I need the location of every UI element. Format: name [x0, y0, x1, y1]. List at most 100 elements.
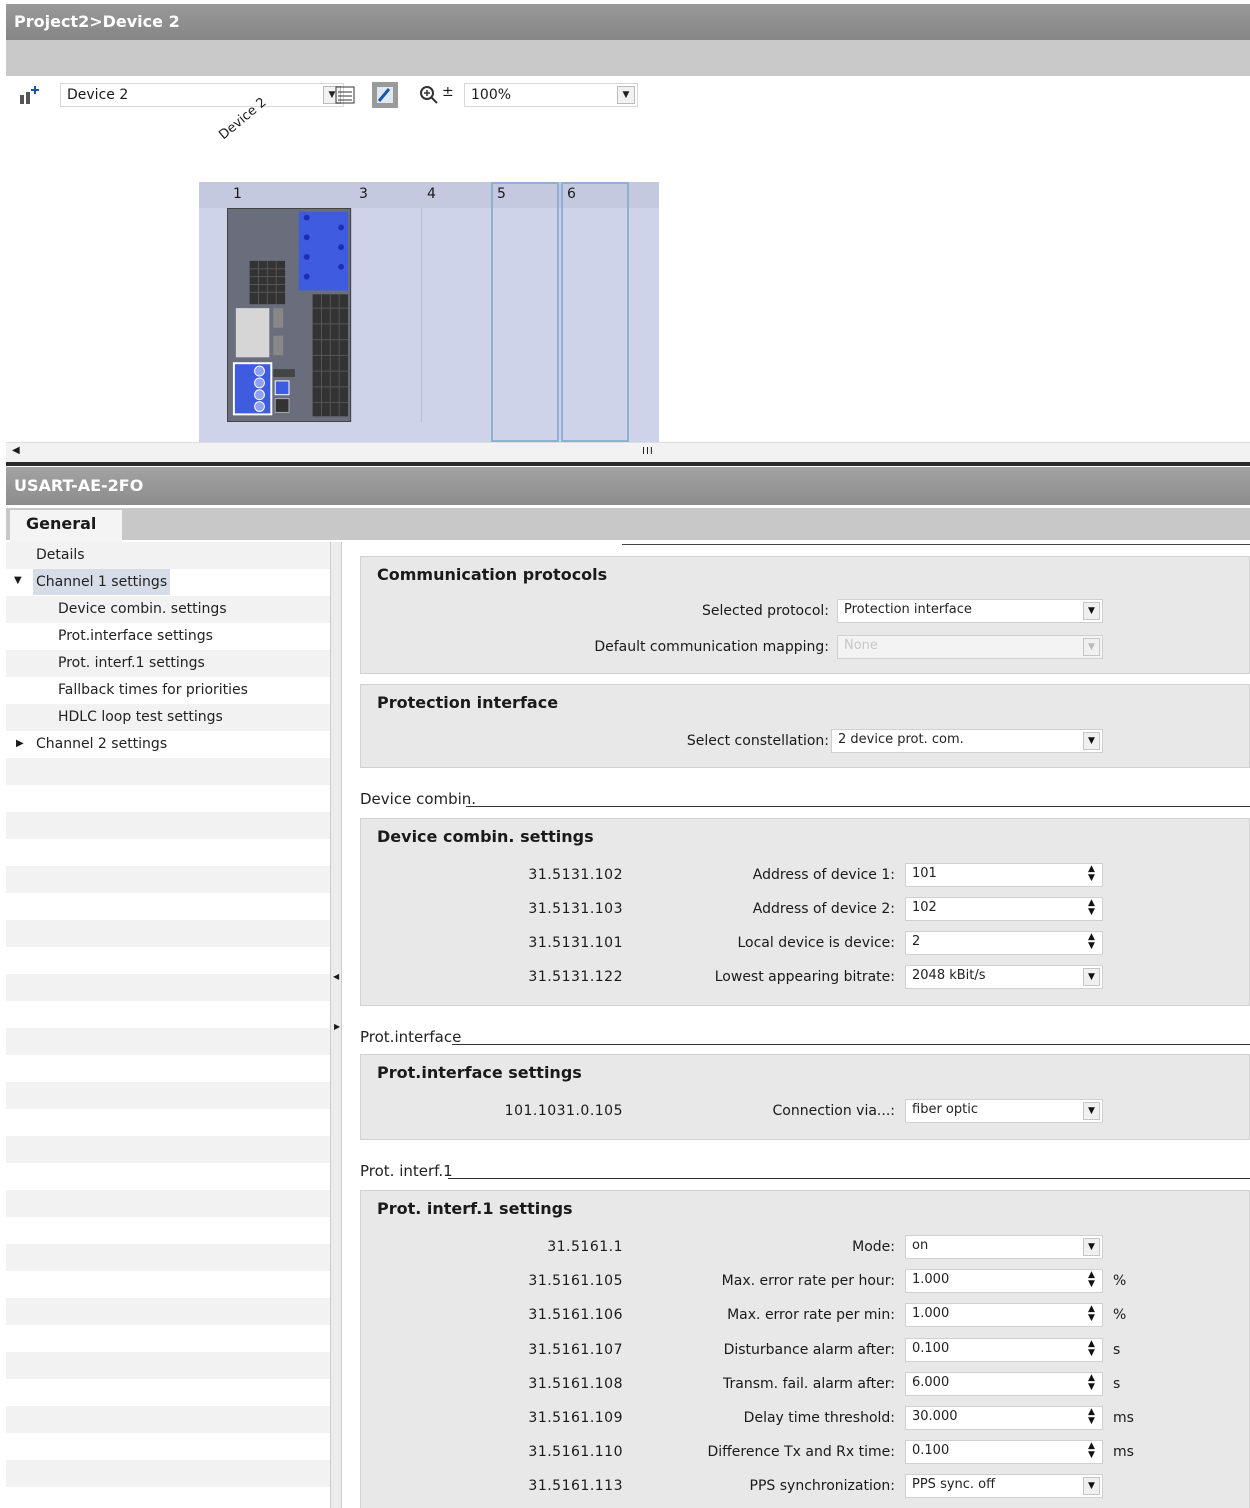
section-line	[622, 544, 1250, 545]
parameter-number: 31.5161.1	[547, 1239, 623, 1255]
editor-splitter[interactable]	[6, 462, 1250, 466]
editor-title: Project2>Device 2	[6, 4, 1250, 40]
tree-item-fallback-times[interactable]: Fallback times for priorities	[58, 677, 248, 703]
param-row: 31.5161.108 Transm. fail. alarm after: 6.0…	[361, 1371, 1250, 1398]
parameter-value: 6.000	[912, 1374, 950, 1390]
slot-5[interactable]	[491, 182, 559, 442]
group-protection-interface: Protection interface Select constellatio…	[360, 684, 1250, 768]
parameter-dropdown[interactable]: 2048 kBit/s ▼	[905, 965, 1103, 989]
parameter-spinbox[interactable]: 1.000 ▲ ▼	[905, 1269, 1103, 1294]
device-select[interactable]: Device 2 ▼	[60, 83, 344, 107]
tree-item-hdlc-loop-test[interactable]: HDLC loop test settings	[58, 704, 223, 730]
parameter-spinbox[interactable]: 2 ▲ ▼	[905, 931, 1103, 955]
chevron-down-icon[interactable]: ▼	[1083, 1102, 1100, 1120]
editor-horizontal-scrollbar[interactable]: ◀ III	[6, 442, 1250, 462]
parameter-number: 31.5131.122	[528, 969, 623, 985]
parameter-spinbox[interactable]: 0.100 ▲ ▼	[905, 1440, 1103, 1465]
spin-arrows-icon[interactable]: ▲ ▼	[1083, 1373, 1100, 1394]
parameter-dropdown[interactable]: PPS sync. off ▼	[905, 1474, 1103, 1499]
chevron-down-icon[interactable]: ▼	[1083, 968, 1100, 986]
spin-arrows-icon[interactable]: ▲ ▼	[1083, 1339, 1100, 1360]
parameter-value: 0.100	[912, 1340, 950, 1356]
parameter-label: Max. error rate per min:	[727, 1307, 895, 1324]
chevron-down-icon[interactable]: ▼	[617, 86, 635, 104]
chevron-down-icon[interactable]: ▼	[1083, 1477, 1100, 1496]
parameter-spinbox[interactable]: 1.000 ▲ ▼	[905, 1303, 1103, 1328]
parameter-spinbox[interactable]: 102 ▲ ▼	[905, 897, 1103, 921]
spin-arrows-icon[interactable]: ▲ ▼	[1083, 1271, 1100, 1291]
zoom-value: 100%	[471, 87, 512, 103]
zoom-step-icon[interactable]: ±	[442, 84, 454, 100]
param-row: 31.5131.122 Lowest appearing bitrate: 2048…	[361, 965, 1250, 991]
spin-arrows-icon[interactable]: ▲ ▼	[1083, 899, 1100, 919]
parameter-spinbox[interactable]: 0.100 ▲ ▼	[905, 1337, 1103, 1362]
chevron-down-icon[interactable]: ▼	[1083, 732, 1100, 750]
parameter-number: 31.5161.110	[528, 1444, 623, 1461]
spin-arrows-icon[interactable]: ▲ ▼	[1083, 1408, 1100, 1428]
tree-item-channel-1-settings[interactable]: Channel 1 settings	[33, 569, 171, 595]
parameter-number: 31.5131.102	[528, 867, 623, 883]
parameter-label: Max. error rate per hour:	[721, 1273, 895, 1290]
slot-6[interactable]	[561, 182, 629, 442]
parameter-value: 0.100	[912, 1443, 950, 1459]
parameter-number: 31.5161.106	[528, 1307, 623, 1324]
zoom-in-icon[interactable]	[418, 84, 440, 106]
parameter-value: 1.000	[912, 1306, 950, 1322]
parameter-label: Connection via...:	[772, 1103, 896, 1119]
parameter-value: 1.000	[912, 1272, 950, 1288]
constellation-dropdown[interactable]: 2 device prot. com. ▼	[831, 729, 1103, 753]
spin-arrows-icon[interactable]: ▲ ▼	[1083, 1442, 1100, 1462]
parameter-spinbox[interactable]: 101 ▲ ▼	[905, 863, 1103, 887]
default-mapping-dropdown: None ▼	[837, 635, 1103, 659]
group-prot-interface-settings: Prot.interface settings 101.1031.0.105 Co…	[360, 1054, 1250, 1140]
tree-item-channel-2-settings[interactable]: Channel 2 settings	[36, 731, 167, 757]
tree-item-details[interactable]: Details	[36, 542, 85, 568]
scroll-left-icon[interactable]: ◀	[12, 445, 20, 456]
selected-protocol-dropdown[interactable]: Protection interface ▼	[837, 599, 1103, 623]
tree-item-prot-interf1-settings[interactable]: Prot. interf.1 settings	[58, 650, 205, 676]
device-network-icon[interactable]	[18, 84, 40, 106]
spin-arrows-icon[interactable]: ▲ ▼	[1083, 933, 1100, 953]
parameter-label: Address of device 2:	[752, 901, 895, 917]
tree-item-prot-interface-settings[interactable]: Prot.interface settings	[58, 623, 213, 649]
parameter-value: 102	[912, 900, 937, 915]
parameter-value: on	[912, 1238, 929, 1253]
tab-general[interactable]: General	[10, 510, 122, 542]
parameter-dropdown[interactable]: on ▼	[905, 1235, 1103, 1259]
overview-icon[interactable]	[334, 84, 356, 106]
selected-protocol-value: Protection interface	[844, 602, 972, 617]
section-line	[466, 806, 1250, 807]
zoom-select[interactable]: 100% ▼	[464, 83, 638, 107]
param-row: 31.5161.1 Mode: on ▼	[361, 1235, 1250, 1261]
tree-item-device-combin-settings[interactable]: Device combin. settings	[58, 596, 227, 622]
device-module-image[interactable]	[227, 208, 351, 422]
section-line	[448, 1178, 1250, 1179]
expand-right-icon[interactable]: ▶	[334, 1022, 340, 1031]
collapse-left-icon[interactable]: ◀	[333, 972, 339, 981]
inspector-title: USART-AE-2FO	[6, 467, 1250, 505]
chevron-down-icon[interactable]: ▼	[1083, 602, 1100, 620]
parameter-dropdown[interactable]: fiber optic ▼	[905, 1099, 1103, 1123]
parameter-spinbox[interactable]: 30.000 ▲ ▼	[905, 1406, 1103, 1430]
chevron-down-icon[interactable]: ▼	[1083, 1238, 1100, 1256]
device-rack[interactable]: 1 3 4 5 6	[199, 182, 659, 442]
expanded-triangle-icon[interactable]: ▼	[14, 575, 22, 586]
collapsed-triangle-icon[interactable]: ▶	[16, 738, 24, 749]
toggle-labels-icon[interactable]	[372, 82, 398, 108]
parameter-spinbox[interactable]: 6.000 ▲ ▼	[905, 1371, 1103, 1396]
parameter-unit: ms	[1113, 1410, 1134, 1426]
spin-arrows-icon[interactable]: ▲ ▼	[1083, 865, 1100, 885]
section-label-prot-interface: Prot.interface	[360, 1028, 462, 1046]
settings-content: Communication protocols Selected protoco…	[342, 542, 1250, 1508]
spin-arrows-icon[interactable]: ▲ ▼	[1083, 1305, 1100, 1325]
parameter-number: 31.5131.101	[528, 935, 623, 951]
parameter-label: Transm. fail. alarm after:	[723, 1375, 895, 1392]
scroll-grip-icon[interactable]: III	[642, 446, 654, 457]
editor-toolbar: Device 2 ▼ ± 100% ▼	[6, 78, 1250, 112]
parameter-label: Difference Tx and Rx time:	[707, 1444, 895, 1461]
parameter-label: Local device is device:	[737, 935, 895, 951]
group-communication-protocols: Communication protocols Selected protoco…	[360, 556, 1250, 674]
parameter-value: 101	[912, 866, 937, 881]
group-title: Protection interface	[377, 693, 559, 712]
tree-splitter[interactable]: ◀ ▶	[330, 542, 342, 1508]
